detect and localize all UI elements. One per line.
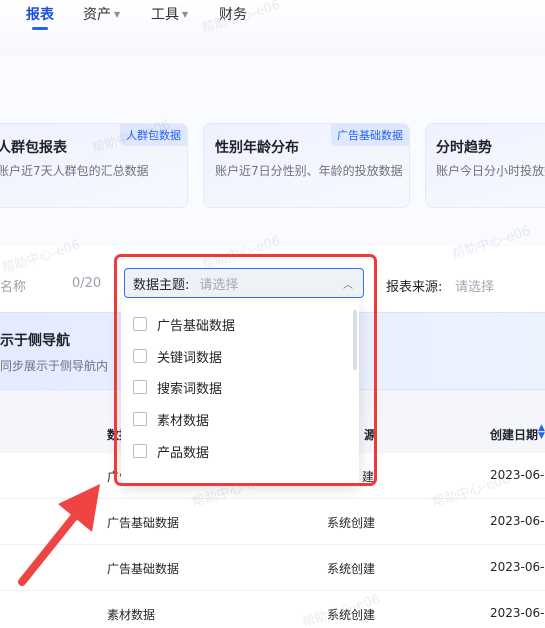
- annotation-arrow-icon: [18, 484, 100, 586]
